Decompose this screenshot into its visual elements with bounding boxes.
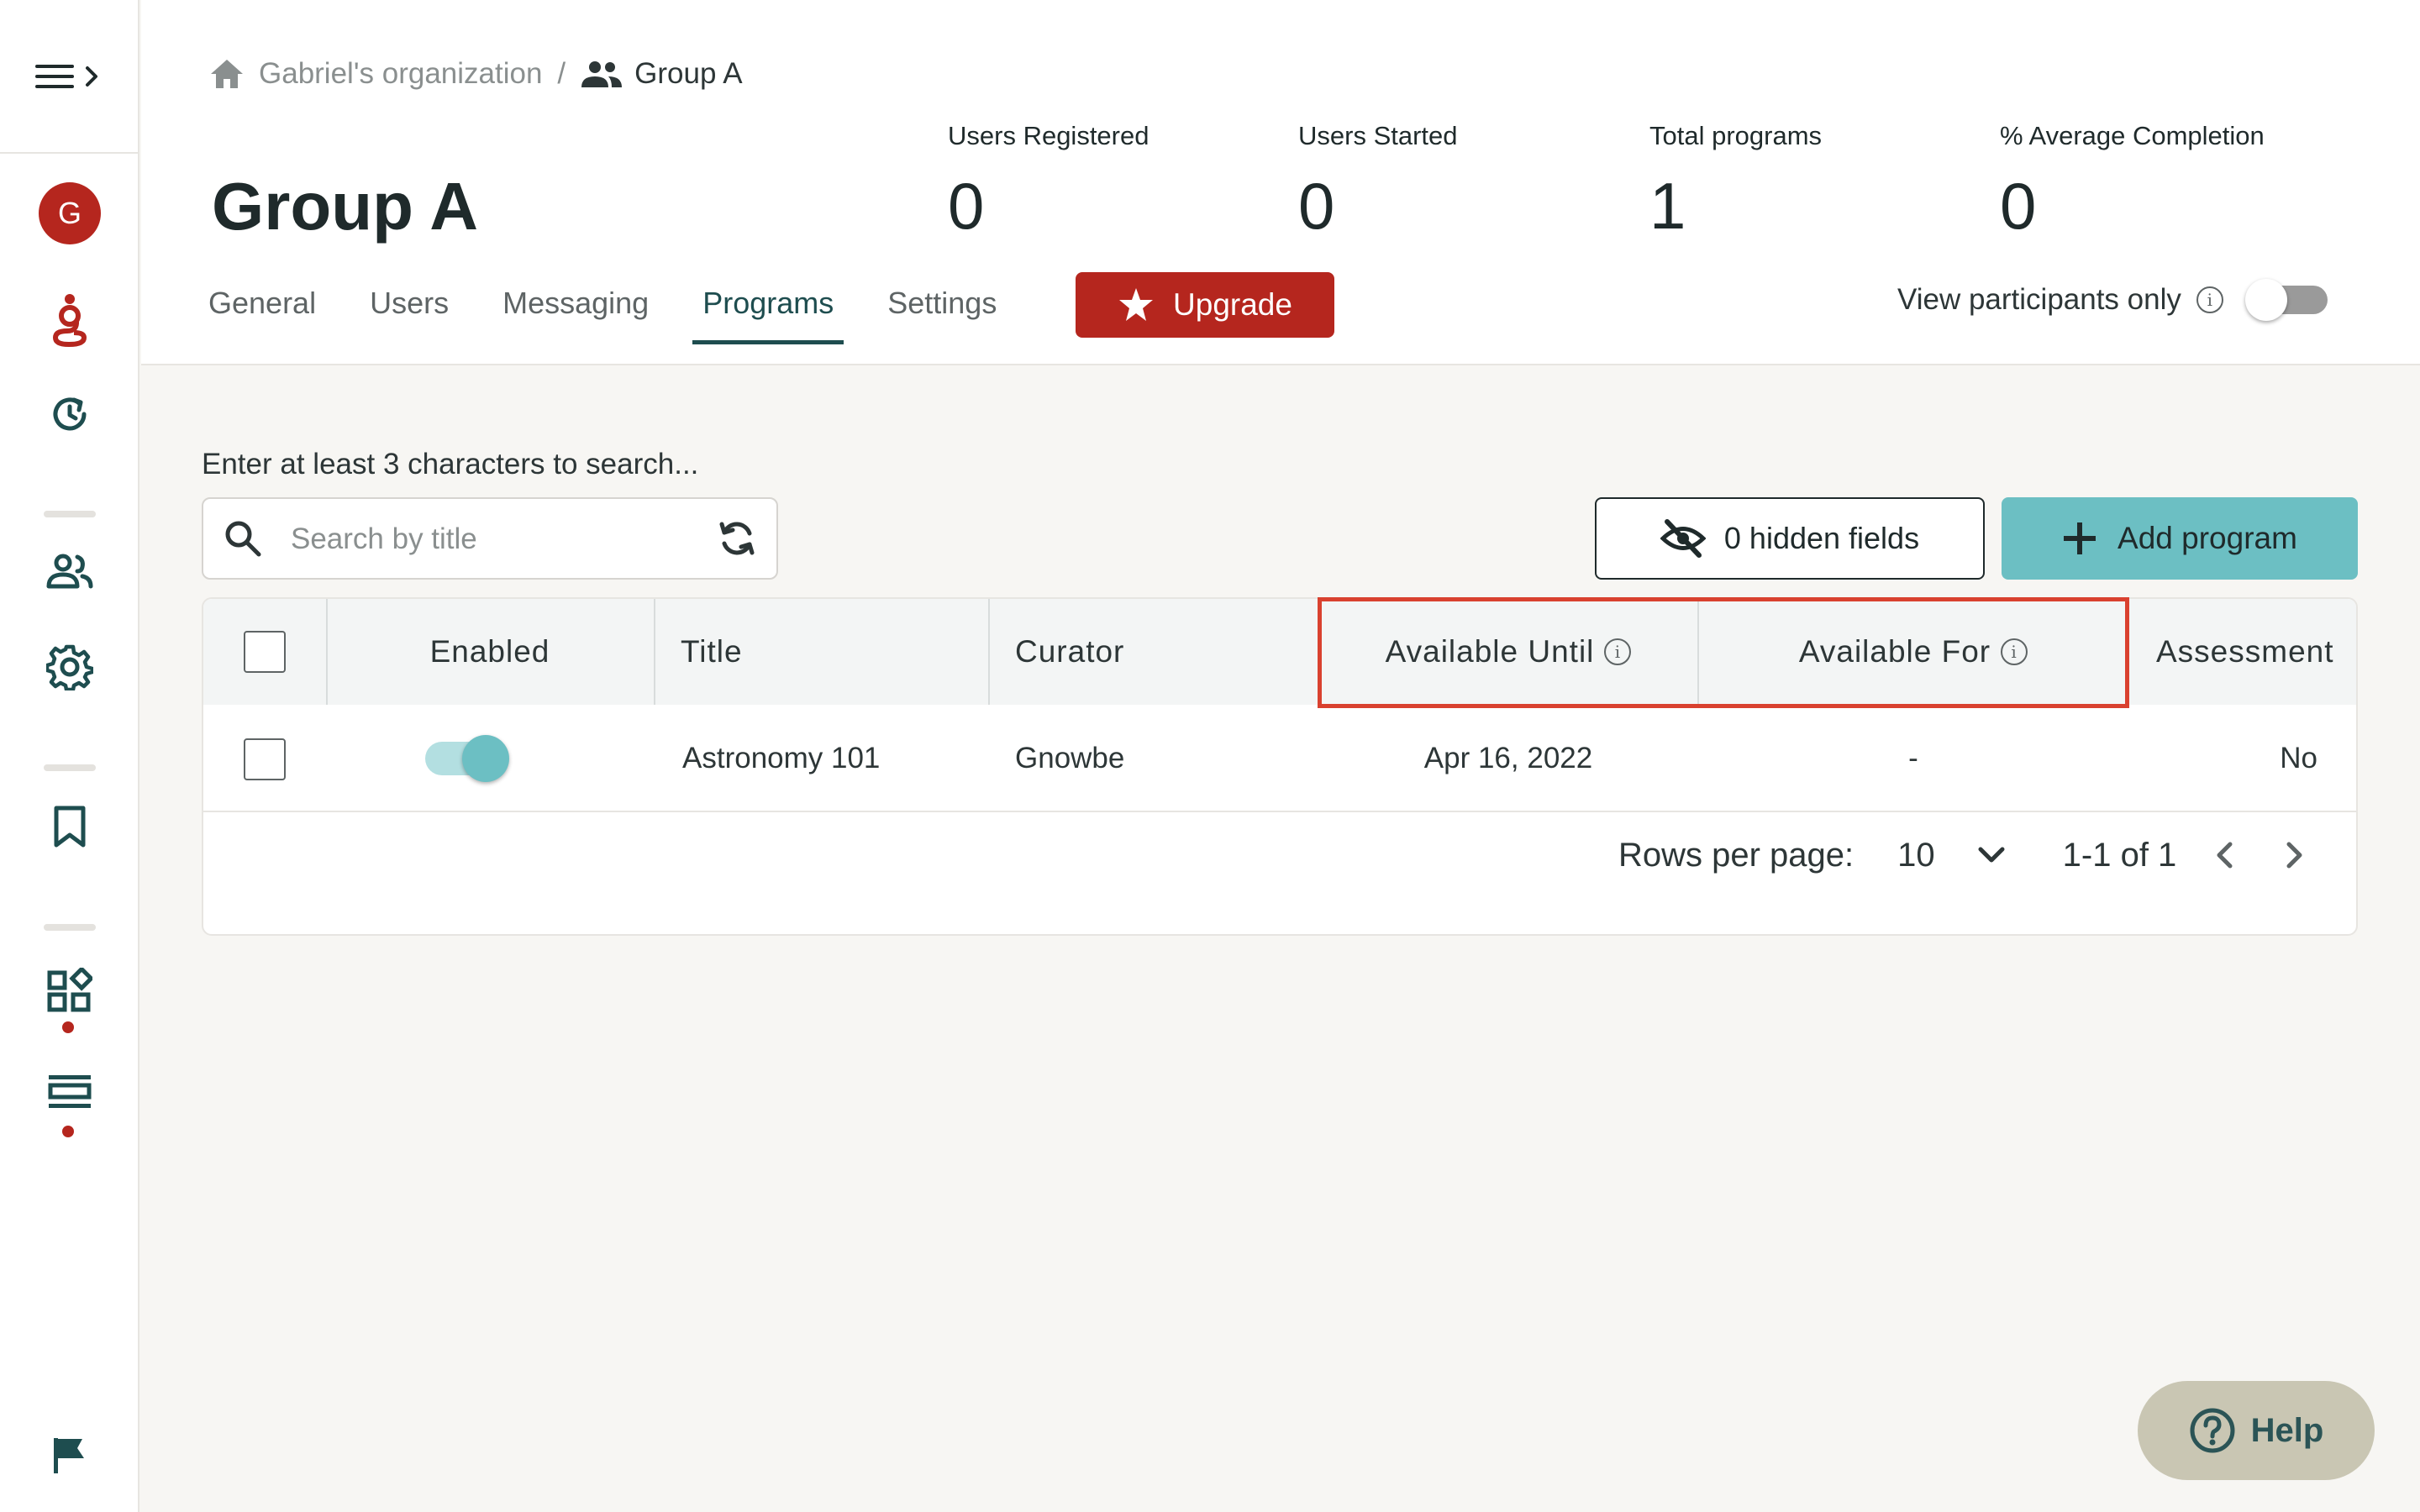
table-row[interactable]: Astronomy 101 Gnowbe Apr 16, 2022 - No [203,705,2356,812]
chevron-down-icon [1978,847,2005,863]
tab-programs[interactable]: Programs [692,274,844,344]
column-header-curator[interactable]: Curator [1015,599,1124,705]
flag-icon[interactable] [52,1436,87,1475]
column-divider [654,599,655,705]
sidebar-toggle[interactable] [0,0,138,154]
stat-average-completion: % Average Completion 0 [2000,121,2265,244]
search-input[interactable] [291,516,660,563]
hidden-fields-button[interactable]: 0 hidden fields [1595,497,1985,580]
view-participants-only: View participants only i [1897,279,2328,321]
cell-assessment: No [2280,742,2317,774]
stat-users-registered: Users Registered 0 [948,121,1149,244]
refresh-icon[interactable] [718,519,756,558]
bookmark-icon[interactable] [53,805,87,848]
sidebar-divider [44,764,96,771]
breadcrumb: Gabriel's organization / Group A [208,55,743,92]
info-icon[interactable]: i [2196,286,2223,313]
user-avatar[interactable]: G [39,182,101,244]
search-icon [225,521,261,557]
cell-title[interactable]: Astronomy 101 [682,705,880,812]
chevron-right-icon[interactable] [2286,841,2304,869]
tab-bar: General Users Messaging Programs Setting… [208,274,997,344]
view-participants-toggle[interactable] [2244,279,2328,321]
help-label: Help [2250,1411,2324,1449]
stat-value: 0 [1298,169,1335,243]
breadcrumb-separator: / [557,57,566,90]
page-title: Group A [212,169,478,244]
info-icon[interactable]: i [2001,638,2028,665]
sidebar-divider [44,924,96,931]
column-header-available-for[interactable]: Available For i [1699,599,2128,705]
hidden-fields-label: 0 hidden fields [1723,521,1920,555]
breadcrumb-organization-link[interactable]: Gabriel's organization [259,57,542,91]
column-header-enabled[interactable]: Enabled [326,599,654,705]
upgrade-button[interactable]: Upgrade [1076,272,1334,338]
stat-label: % Average Completion [2000,121,2265,150]
column-header-title[interactable]: Title [681,599,743,705]
cell-available-for: - [1908,742,1918,774]
dashboard-widgets-icon[interactable] [47,968,92,1013]
rows-per-page-value: 10 [1897,836,1935,874]
stat-users-started: Users Started 0 [1298,121,1458,244]
column-header-label: Available Until [1385,634,1595,669]
upgrade-label: Upgrade [1173,287,1292,322]
breadcrumb-current: Group A [634,57,743,90]
chevron-left-icon[interactable] [2215,841,2233,869]
column-header-available-until[interactable]: Available Until i [1319,599,1697,705]
menu-expand-icon[interactable] [34,60,104,93]
group-header: Gabriel's organization / Group A Group A… [141,0,2420,365]
settings-gear-icon[interactable] [46,643,93,690]
list-layout-icon[interactable] [47,1074,92,1116]
table-header: Enabled Title Curator Available Until i … [203,599,2356,705]
sidebar-divider [44,511,96,517]
cell-available-until: Apr 16, 2022 [1423,742,1593,774]
column-header-label: Available For [1798,634,1991,669]
notification-dot [62,1126,74,1137]
tab-settings[interactable]: Settings [887,274,997,343]
view-participants-label: View participants only [1897,283,2181,316]
group-people-icon [581,61,623,87]
history-clock-icon[interactable] [47,391,92,437]
tab-users[interactable]: Users [370,274,449,343]
pagination: Rows per page: 10 1-1 of 1 [1618,826,2304,885]
row-checkbox[interactable] [244,738,286,780]
stat-label: Total programs [1649,121,1823,150]
add-program-label: Add program [2118,521,2297,555]
select-all-checkbox[interactable] [244,631,286,673]
page-range: 1-1 of 1 [2062,836,2177,874]
info-icon[interactable]: i [1604,638,1632,665]
rows-per-page-select[interactable]: 10 [1897,837,2006,874]
search-box [202,497,778,580]
cell-curator: Gnowbe [1015,742,1125,774]
users-group-icon[interactable] [45,553,94,590]
programs-table: Enabled Title Curator Available Until i … [202,597,2358,936]
tab-messaging[interactable]: Messaging [502,274,649,343]
plus-icon [2064,522,2096,554]
sidebar: G [0,0,139,1512]
home-icon[interactable] [208,57,245,91]
search-hint: Enter at least 3 characters to search... [202,448,699,480]
column-header-assessment[interactable]: Assessment [2156,599,2334,705]
question-circle-icon [2190,1408,2235,1453]
stat-total-programs: Total programs 1 [1649,121,1822,244]
eye-off-icon [1660,519,1706,558]
add-program-button[interactable]: Add program [2002,497,2358,580]
stat-label: Users Registered [948,121,1150,150]
star-icon [1119,288,1154,321]
rows-per-page-label: Rows per page: [1618,836,1854,874]
gnowbe-logo-icon[interactable] [49,292,91,348]
help-button[interactable]: Help [2138,1381,2375,1480]
stat-label: Users Started [1298,121,1458,150]
tab-general[interactable]: General [208,274,316,343]
stat-value: 0 [2000,169,2037,243]
enabled-toggle[interactable] [425,735,509,782]
stat-value: 1 [1649,169,1686,243]
notification-dot [62,1021,74,1033]
column-divider [988,599,990,705]
stat-value: 0 [948,169,985,243]
